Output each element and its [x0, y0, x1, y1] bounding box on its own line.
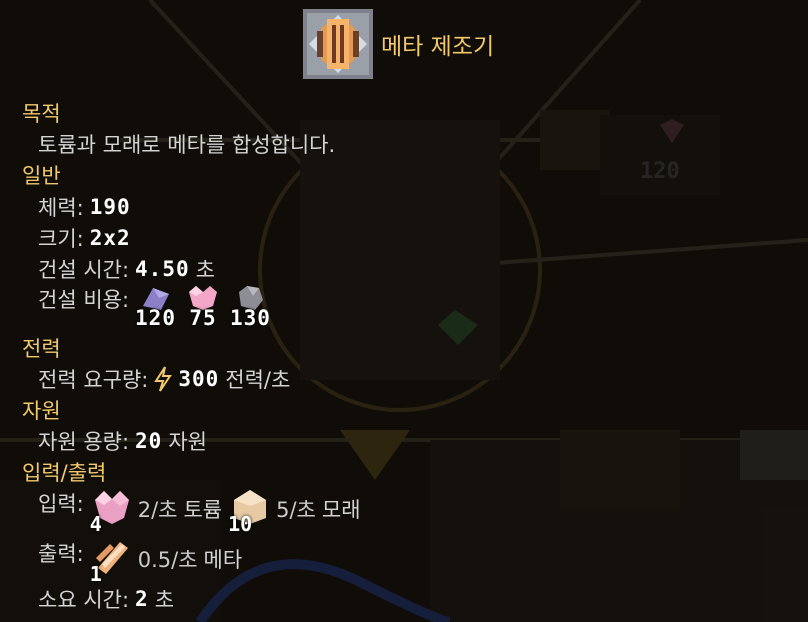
cost-amount-lead: 120 [135, 306, 176, 330]
size-value: 2x2 [89, 226, 131, 250]
item-capacity-value: 20 [135, 429, 163, 453]
craft-time-value: 2 [135, 587, 149, 611]
item-capacity-unit: 자원 [168, 430, 207, 454]
build-time-label: 건설 시간: [38, 258, 130, 282]
power-use-unit: 전력/초 [225, 368, 291, 392]
output-label: 출력: [38, 542, 84, 566]
cost-item-titanium: 130 [230, 284, 271, 330]
input-item-thorium: 4 [90, 488, 132, 536]
output-row: 출력: 1 0.5/초 메타 [38, 538, 243, 586]
health-value: 190 [89, 195, 131, 219]
build-cost-row: 건설 비용: 120 75 130 [38, 284, 281, 330]
meta-fabricator-icon [303, 9, 373, 79]
build-time-row: 건설 시간: 4.50 초 [38, 254, 215, 284]
lightning-icon [154, 366, 173, 392]
purpose-description: 토륨과 모래로 메타를 합성합니다. [38, 129, 335, 159]
build-time-unit: 초 [195, 258, 215, 282]
size-label: 크기: [38, 227, 84, 251]
input-label: 입력: [38, 492, 84, 516]
output-item-phase: 1 [90, 538, 132, 586]
power-use-value: 300 [178, 367, 220, 391]
input-name-sand: 모래 [321, 498, 361, 522]
power-use-row: 전력 요구량: 300 전력/초 [38, 364, 290, 394]
purpose-text: 토륨과 모래로 메타를 합성합니다. [38, 133, 336, 157]
section-power: 전력 [22, 337, 61, 361]
block-header: 메타 제조기 [303, 8, 494, 80]
size-row: 크기: 2x2 [38, 223, 131, 253]
craft-time-unit: 초 [154, 588, 175, 612]
item-capacity-label: 자원 용량: [38, 430, 130, 454]
craft-time-row: 소요 시간: 2 초 [38, 584, 174, 614]
section-io: 입력/출력 [22, 461, 107, 485]
input-count-sand: 10 [228, 512, 253, 536]
output-rate-phase: 0.5/초 [137, 548, 198, 572]
craft-time-label: 소요 시간: [38, 588, 130, 612]
input-name-thorium: 토륨 [183, 498, 223, 522]
input-rate-thorium: 2/초 [137, 498, 178, 522]
build-time-value: 4.50 [135, 257, 190, 281]
section-general: 일반 [22, 164, 61, 188]
cost-amount-titanium: 130 [229, 306, 271, 330]
input-rate-sand: 5/초 [276, 498, 316, 522]
health-row: 체력: 190 [38, 192, 131, 222]
section-purpose: 목적 [22, 102, 61, 126]
cost-item-lead: 120 [135, 284, 176, 330]
cost-amount-thorium: 75 [189, 306, 217, 330]
cost-item-thorium: 75 [186, 284, 220, 330]
build-cost-label: 건설 비용: [38, 288, 130, 312]
power-use-label: 전력 요구량: [38, 368, 149, 392]
input-item-sand: 10 [228, 488, 270, 536]
output-name-phase: 메타 [203, 548, 243, 572]
input-row: 입력: 4 2/초 토륨 10 5/초 모래 [38, 488, 361, 536]
item-capacity-row: 자원 용량: 20 자원 [38, 426, 207, 456]
output-count-phase: 1 [89, 562, 102, 586]
section-resource: 자원 [22, 399, 61, 423]
input-count-thorium: 4 [89, 512, 102, 536]
block-name: 메타 제조기 [381, 34, 495, 60]
health-label: 체력: [38, 196, 84, 220]
